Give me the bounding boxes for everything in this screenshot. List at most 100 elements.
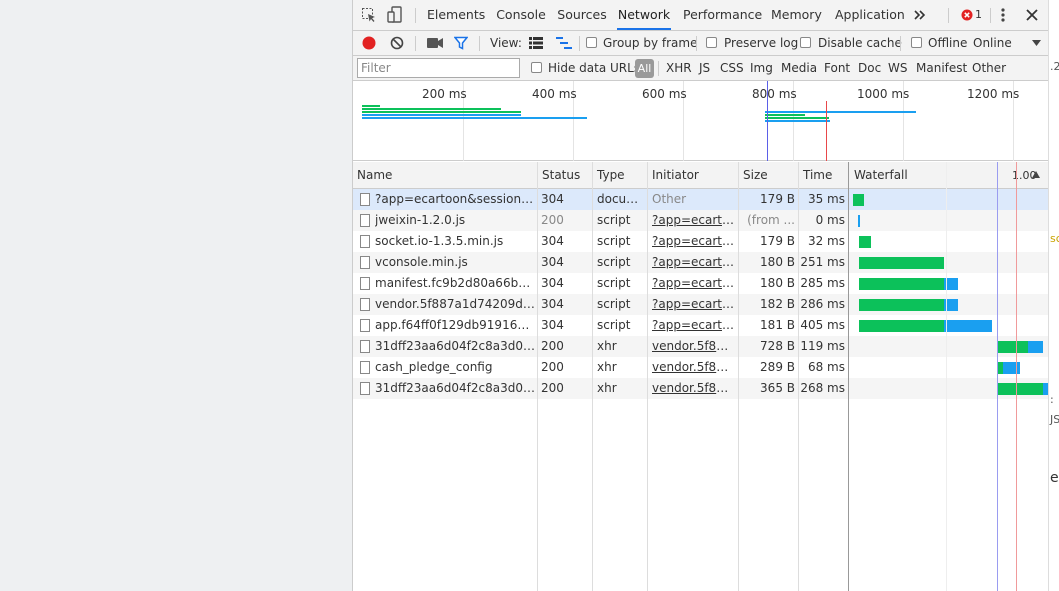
filter-type-css[interactable]: CSS [720, 56, 744, 80]
request-initiator[interactable]: ?app=ecarto... [652, 252, 735, 273]
waterfall-download-bar[interactable] [944, 320, 993, 332]
request-initiator[interactable]: ?app=ecarto... [652, 231, 735, 252]
request-initiator[interactable]: ?app=ecarto... [652, 294, 735, 315]
table-row[interactable]: jweixin-1.2.0.js 200 script ?app=ecarto... (… [353, 210, 1049, 231]
column-header-size[interactable]: Size [739, 162, 768, 189]
request-status: 304 [541, 276, 564, 290]
request-name: ?app=ecartoon&session=cl... [375, 192, 535, 206]
overview-request-bar [362, 111, 521, 113]
preserve-log-label[interactable]: Preserve log [724, 31, 798, 55]
disable-cache-label[interactable]: Disable cache [818, 31, 902, 55]
column-header-waterfall[interactable]: Waterfall [850, 162, 908, 189]
table-row[interactable]: 31dff23aa6d04f2c8a3d0597... 200 xhr vendor.… [353, 336, 1049, 357]
table-row[interactable]: manifest.fc9b2d80a66bc9d... 304 script ?app… [353, 273, 1049, 294]
tab-elements[interactable]: Elements [427, 0, 485, 30]
device-toolbar-icon[interactable] [387, 6, 403, 24]
tab-application[interactable]: Application [835, 0, 905, 30]
column-separator [592, 162, 593, 591]
inspect-element-icon[interactable] [361, 7, 377, 23]
waterfall-waiting-bar[interactable] [859, 257, 945, 269]
column-header-initiator[interactable]: Initiator [648, 162, 699, 189]
filter-type-font[interactable]: Font [824, 56, 850, 80]
capture-screenshots-icon[interactable] [427, 38, 443, 48]
filter-type-manifest[interactable]: Manifest [916, 56, 967, 80]
network-overview[interactable]: 200 ms 400 ms 600 ms 800 ms 1000 ms 1200… [353, 81, 1049, 161]
request-initiator[interactable]: vendor.5f887... [652, 336, 735, 357]
sort-arrow-icon[interactable] [1032, 171, 1040, 178]
request-type: script [597, 276, 631, 290]
request-initiator[interactable]: ?app=ecarto... [652, 315, 735, 336]
kebab-menu-icon[interactable] [1001, 8, 1005, 22]
overview-request-bar [765, 120, 830, 122]
filter-type-js[interactable]: JS [699, 56, 710, 80]
table-row[interactable]: app.f64ff0f129db91916995.js 304 script ?app… [353, 315, 1049, 336]
waterfall-waiting-bar[interactable] [859, 320, 945, 332]
record-icon[interactable] [362, 36, 376, 50]
waterfall-waiting-bar[interactable] [858, 215, 861, 227]
toolbar-separator [479, 36, 480, 51]
table-row[interactable]: ?app=ecartoon&session=cl... 304 docum... Ot… [353, 189, 1049, 210]
request-initiator[interactable]: ?app=ecarto... [652, 210, 735, 231]
column-header-name[interactable]: Name [353, 162, 392, 189]
close-icon[interactable] [1026, 9, 1038, 21]
waterfall-waiting-bar[interactable] [859, 278, 945, 290]
table-row[interactable]: 31dff23aa6d04f2c8a3d0597... 200 xhr vendor.… [353, 378, 1049, 399]
file-icon [360, 214, 370, 227]
request-time: 35 ms [807, 192, 845, 206]
filter-type-other[interactable]: Other [972, 56, 1006, 80]
tab-network[interactable]: Network [617, 0, 671, 30]
tab-memory[interactable]: Memory [771, 0, 822, 30]
more-tabs-icon[interactable] [914, 9, 926, 21]
clear-icon[interactable] [390, 36, 404, 50]
waterfall-waiting-bar[interactable] [997, 383, 1043, 395]
disable-cache-checkbox[interactable] [800, 37, 811, 48]
column-header-time[interactable]: Time [799, 162, 832, 189]
filter-type-xhr[interactable]: XHR [666, 56, 692, 80]
request-initiator[interactable]: ?app=ecarto... [652, 273, 735, 294]
request-status: 304 [541, 297, 564, 311]
table-row[interactable]: vendor.5f887a1d74209d96c... 304 script ?app… [353, 294, 1049, 315]
table-row[interactable]: vconsole.min.js 304 script ?app=ecarto... 18… [353, 252, 1049, 273]
waterfall-waiting-bar[interactable] [859, 299, 945, 311]
request-status: 200 [541, 381, 564, 395]
request-size: (from ... [747, 213, 795, 227]
waterfall-waiting-bar[interactable] [853, 194, 865, 206]
column-header-status[interactable]: Status [538, 162, 580, 189]
offline-label[interactable]: Offline [928, 31, 967, 55]
group-by-frame-checkbox[interactable] [586, 37, 597, 48]
tab-sources[interactable]: Sources [557, 0, 607, 30]
offline-checkbox[interactable] [911, 37, 922, 48]
overview-request-bar [765, 114, 805, 116]
page-content-edge: .2 sc : JS e [1048, 0, 1059, 591]
waterfall-waiting-bar[interactable] [859, 236, 871, 248]
filter-input[interactable] [357, 58, 520, 78]
filter-type-all[interactable]: All [635, 59, 654, 78]
column-separator [537, 162, 538, 591]
error-icon[interactable] [961, 9, 973, 21]
group-by-frame-label[interactable]: Group by frame [603, 31, 697, 55]
hide-data-urls-checkbox[interactable] [531, 62, 542, 73]
large-rows-icon[interactable] [529, 37, 543, 49]
filter-type-ws[interactable]: WS [888, 56, 907, 80]
filter-type-media[interactable]: Media [781, 56, 817, 80]
table-row[interactable]: socket.io-1.3.5.min.js 304 script ?app=ecar… [353, 231, 1049, 252]
waterfall-download-bar[interactable] [1002, 362, 1020, 374]
filter-icon[interactable] [454, 36, 468, 50]
request-size: 182 B [760, 297, 795, 311]
tab-performance[interactable]: Performance [683, 0, 762, 30]
table-row[interactable]: cash_pledge_config 200 xhr vendor.5f887... 2… [353, 357, 1049, 378]
chevron-down-icon[interactable] [1032, 40, 1041, 47]
filter-type-doc[interactable]: Doc [858, 56, 881, 80]
filter-type-img[interactable]: Img [750, 56, 773, 80]
request-initiator[interactable]: vendor.5f887... [652, 357, 735, 378]
error-count[interactable]: 1 [975, 3, 982, 27]
column-header-type[interactable]: Type [593, 162, 625, 189]
throttling-select[interactable]: Online [973, 31, 1012, 55]
waterfall-waiting-bar[interactable] [997, 341, 1029, 353]
waterfall-download-bar[interactable] [1028, 341, 1043, 353]
hide-data-urls-label[interactable]: Hide data URLs [548, 56, 640, 80]
preserve-log-checkbox[interactable] [706, 37, 717, 48]
request-initiator[interactable]: vendor.5f887... [652, 378, 735, 399]
tab-console[interactable]: Console [495, 0, 547, 30]
waterfall-overview-icon[interactable] [556, 37, 572, 49]
